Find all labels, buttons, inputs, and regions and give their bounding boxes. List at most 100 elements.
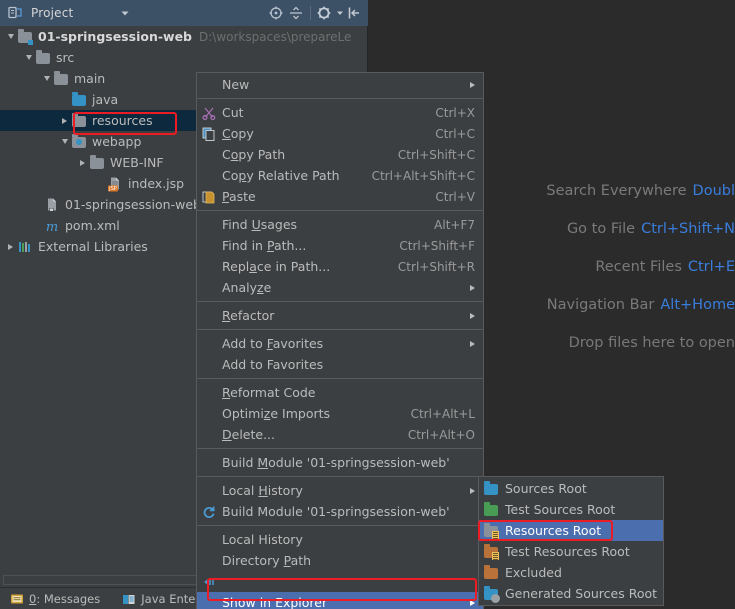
submenu-arrow-icon — [470, 313, 475, 319]
menu-item-add-to-favorites[interactable]: Add to Favorites — [197, 333, 483, 354]
hide-tool-window-icon[interactable] — [344, 3, 364, 23]
menu-separator — [197, 329, 483, 330]
collapse-all-icon[interactable] — [286, 3, 306, 23]
submenu-item-excluded[interactable]: Excluded — [479, 562, 663, 583]
welcome-hint-label: Go to File — [567, 221, 635, 237]
tree-item-label: webapp — [92, 134, 141, 149]
submenu-arrow-icon — [470, 285, 475, 291]
menu-item-label: Copy Path — [222, 147, 382, 162]
tree-expander-icon[interactable] — [22, 47, 35, 68]
menu-item-build-module[interactable]: Build Module '01-springsession-web' — [197, 452, 483, 473]
menu-item-local-history[interactable]: Local History — [197, 480, 483, 501]
menu-item-mark-directory-as[interactable]: Show in Explorer — [197, 592, 483, 609]
menu-item-paste[interactable]: Paste Ctrl+V — [197, 186, 483, 207]
menu-item-analyze[interactable]: Analyze — [197, 277, 483, 298]
project-tool-title: Project — [31, 6, 73, 20]
status-messages-label: : Messages — [36, 592, 100, 606]
context-menu[interactable]: New Cut Ctrl+X Copy Ctr — [196, 72, 484, 609]
welcome-hint-key: Doubl — [693, 183, 735, 199]
submenu-item-label: Test Sources Root — [505, 502, 615, 517]
menu-item-directory-path[interactable]: Directory Path — [197, 550, 483, 571]
menu-item-find-in-path[interactable]: Find in Path... Ctrl+Shift+F — [197, 235, 483, 256]
menu-separator — [197, 301, 483, 302]
menu-item-label: Find in Path... — [222, 238, 383, 253]
locate-icon[interactable] — [266, 3, 286, 23]
folder-web-icon — [71, 134, 87, 150]
chevron-down-icon[interactable] — [115, 3, 135, 23]
status-messages-button[interactable]: 0: Messages — [10, 592, 100, 606]
tree-item-label: pom.xml — [65, 218, 120, 233]
java-enterprise-icon — [122, 592, 136, 606]
tree-row-module[interactable]: 01-springsession-web D:\workspaces\prepa… — [0, 26, 368, 47]
submenu-item-label: Resources Root — [505, 523, 601, 538]
menu-item-shortcut: Ctrl+X — [435, 106, 475, 120]
tree-item-label: External Libraries — [38, 239, 148, 254]
menu-item-label: Optimize Imports — [222, 406, 395, 421]
welcome-hint-label: Search Everywhere — [546, 183, 686, 199]
menu-item-shortcut: Ctrl+Shift+R — [398, 260, 475, 274]
menu-item-label: Copy — [222, 126, 419, 141]
tree-item-label: 01-springsession-web.i — [65, 197, 208, 212]
menu-item-replace-in-path[interactable]: Replace in Path... Ctrl+Shift+R — [197, 256, 483, 277]
menu-item-delete[interactable]: Delete... Ctrl+Alt+O — [197, 424, 483, 445]
project-view-icon — [7, 5, 23, 21]
menu-item-label: Replace in Path... — [222, 259, 382, 274]
menu-item-label: Local History — [222, 483, 460, 498]
welcome-hint-key: Ctrl+E — [688, 259, 735, 275]
menu-item-synchronize[interactable]: Build Module '01-springsession-web' — [197, 501, 483, 522]
tree-expander-icon[interactable] — [40, 68, 53, 89]
menu-item-reformat-code[interactable]: Reformat Code — [197, 382, 483, 403]
menu-item-copy[interactable]: Copy Ctrl+C — [197, 123, 483, 144]
submenu-item-generated-sources-root[interactable]: Generated Sources Root — [479, 583, 663, 604]
tree-item-label: java — [92, 92, 118, 107]
menu-item-cut[interactable]: Cut Ctrl+X — [197, 102, 483, 123]
welcome-hint-label: Drop files here to open — [569, 335, 735, 351]
iml-file-icon — [44, 197, 60, 213]
tree-expander-icon[interactable] — [4, 236, 17, 257]
menu-separator — [197, 210, 483, 211]
tree-expander-icon[interactable] — [4, 26, 17, 47]
libraries-icon — [17, 239, 33, 255]
menu-item-find-usages[interactable]: Find Usages Alt+F7 — [197, 214, 483, 235]
menu-item-copy-path[interactable]: Copy Path Ctrl+Shift+C — [197, 144, 483, 165]
tree-expander-icon[interactable] — [58, 131, 71, 152]
maven-file-icon: m — [44, 218, 60, 234]
module-path-label: D:\workspaces\prepareLe — [199, 30, 351, 44]
menu-item-new[interactable]: New — [197, 74, 483, 95]
svg-text:m: m — [46, 220, 58, 234]
tree-expander-icon[interactable] — [58, 110, 71, 131]
submenu-arrow-icon — [470, 341, 475, 347]
menu-separator — [197, 448, 483, 449]
submenu-item-test-sources-root[interactable]: Test Sources Root — [479, 499, 663, 520]
compare-icon — [201, 574, 217, 590]
tree-item-label: resources — [92, 113, 153, 128]
menu-item-copy-relative-path[interactable]: Copy Relative Path Ctrl+Alt+Shift+C — [197, 165, 483, 186]
gear-dropdown-arrow-icon[interactable] — [335, 3, 344, 23]
menu-item-compare-with[interactable] — [197, 571, 483, 592]
menu-item-label: Cut — [222, 105, 419, 120]
submenu-item-sources-root[interactable]: Sources Root — [479, 478, 663, 499]
tree-expander-icon[interactable] — [76, 152, 89, 173]
folder-grey-icon — [89, 155, 105, 171]
tree-item-label: main — [74, 71, 105, 86]
menu-item-refactor[interactable]: Refactor — [197, 305, 483, 326]
menu-item-label: Show in Explorer — [222, 595, 460, 609]
mark-directory-as-submenu[interactable]: Sources Root Test Sources Root Resources… — [478, 476, 664, 606]
menu-item-show-image-thumbnails[interactable]: Add to Favorites — [197, 354, 483, 375]
settings-gear-icon[interactable] — [315, 3, 335, 23]
menu-item-label: Reformat Code — [222, 385, 459, 400]
menu-separator — [197, 98, 483, 99]
submenu-arrow-icon — [470, 600, 475, 606]
submenu-item-label: Sources Root — [505, 481, 587, 496]
welcome-hint-label: Navigation Bar — [547, 297, 655, 313]
tree-row-src[interactable]: src — [0, 47, 368, 68]
toolbar-divider — [310, 6, 311, 20]
welcome-hint-key: Alt+Home — [660, 297, 735, 313]
menu-item-show-in-explorer[interactable]: Local History — [197, 529, 483, 550]
menu-item-optimize-imports[interactable]: Optimize Imports Ctrl+Alt+L — [197, 403, 483, 424]
submenu-item-test-resources-root[interactable]: Test Resources Root — [479, 541, 663, 562]
submenu-item-resources-root[interactable]: Resources Root — [479, 520, 663, 541]
menu-item-shortcut: Ctrl+Shift+F — [399, 239, 475, 253]
menu-item-shortcut: Ctrl+C — [435, 127, 475, 141]
module-folder-icon — [17, 29, 33, 45]
